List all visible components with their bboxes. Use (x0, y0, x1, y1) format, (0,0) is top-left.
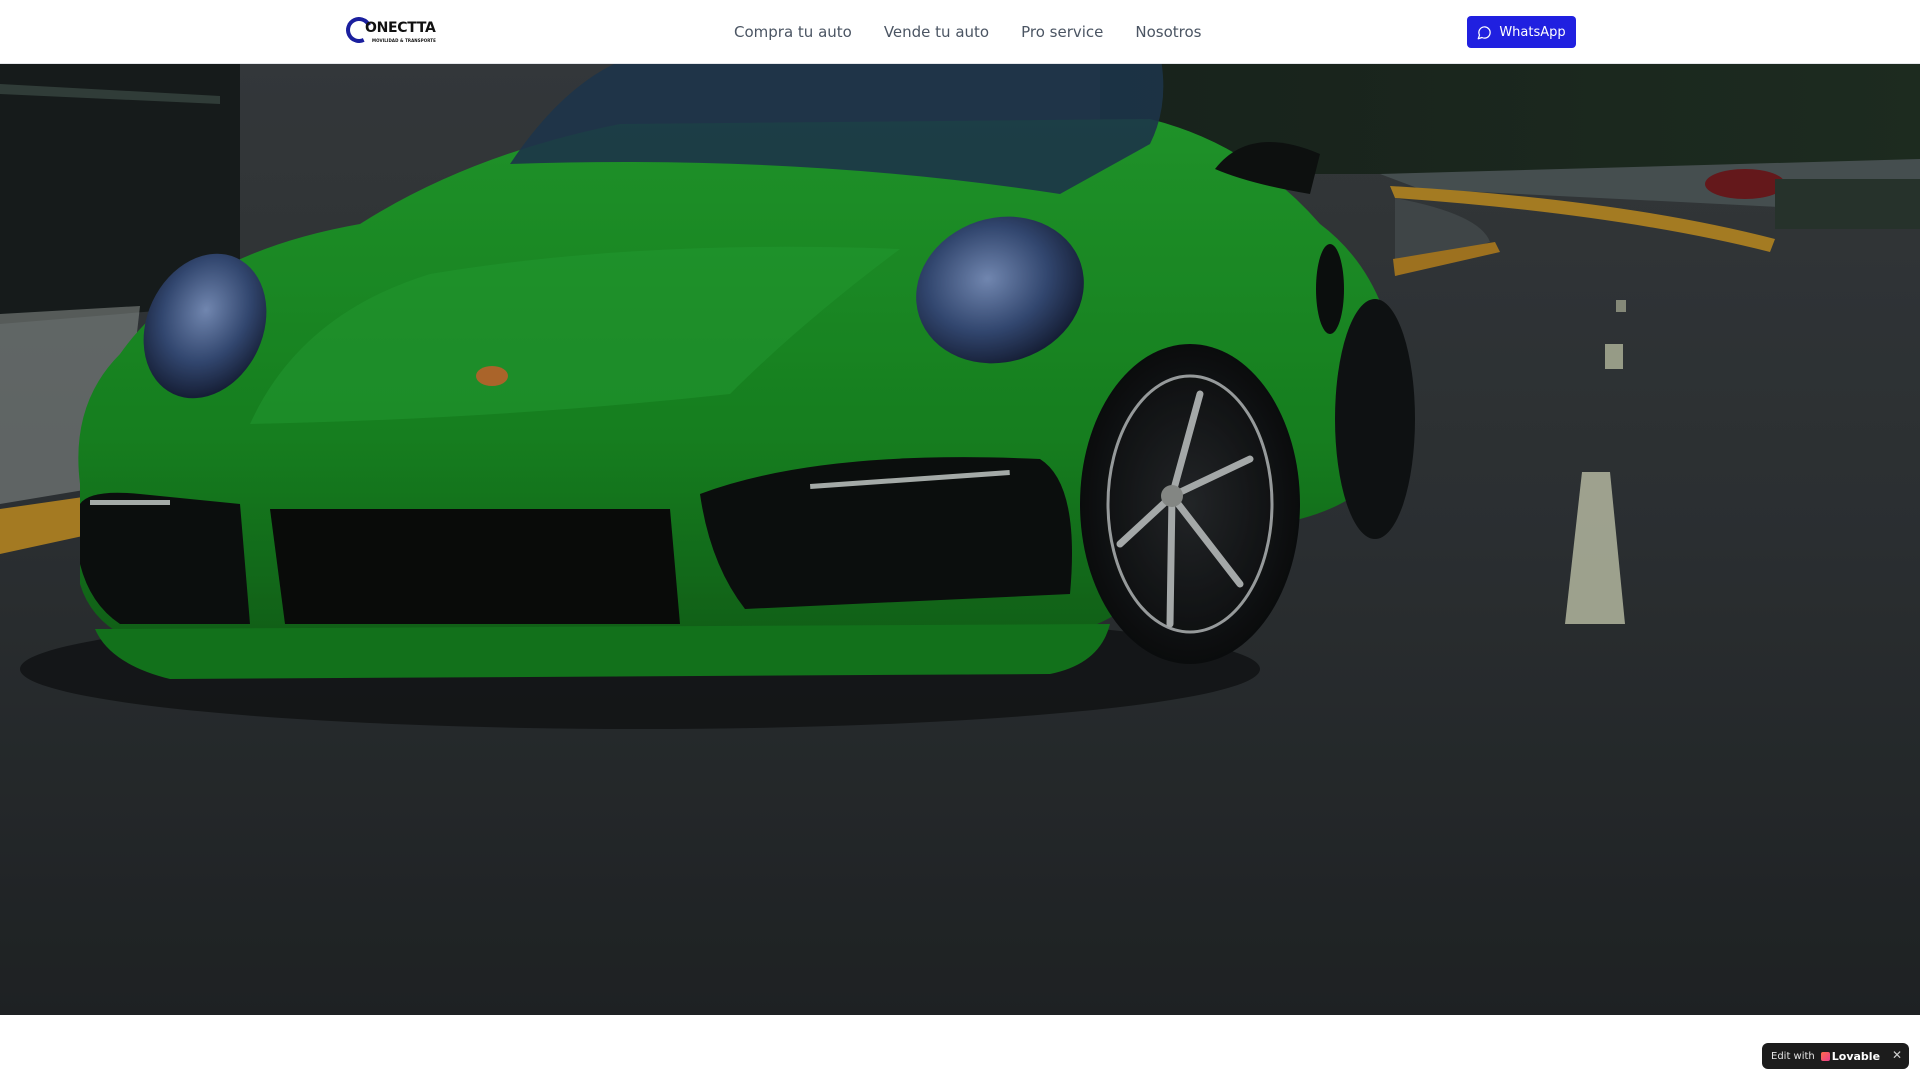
hero-video (0, 64, 1920, 1015)
whatsapp-label: WhatsApp (1499, 24, 1566, 40)
logo-wordmark: ONECTTA (365, 20, 436, 36)
logo-tagline: MOVILIDAD & TRANSPORTE (372, 38, 436, 43)
badge-prefix: Edit with (1771, 1050, 1815, 1062)
close-icon[interactable]: ✕ (1892, 1048, 1902, 1062)
edit-with-lovable-badge[interactable]: Edit with Lovable ✕ (1762, 1043, 1909, 1069)
main-nav: Compra tu auto Vende tu auto Pro service… (734, 0, 1202, 64)
nav-link-nosotros[interactable]: Nosotros (1135, 23, 1201, 41)
badge-brand: Lovable (1831, 1049, 1881, 1063)
lovable-heart-icon (1820, 1051, 1830, 1061)
nav-link-compra[interactable]: Compra tu auto (734, 23, 852, 41)
chat-bubble-icon (1477, 25, 1492, 39)
hero-car-image (0, 64, 1920, 1015)
nav-link-pro-service[interactable]: Pro service (1021, 23, 1103, 41)
nav-link-vende[interactable]: Vende tu auto (884, 23, 989, 41)
whatsapp-button[interactable]: WhatsApp (1467, 16, 1576, 48)
site-header: ONECTTA MOVILIDAD & TRANSPORTE Compra tu… (0, 0, 1920, 64)
logo[interactable]: ONECTTA MOVILIDAD & TRANSPORTE (342, 13, 446, 48)
